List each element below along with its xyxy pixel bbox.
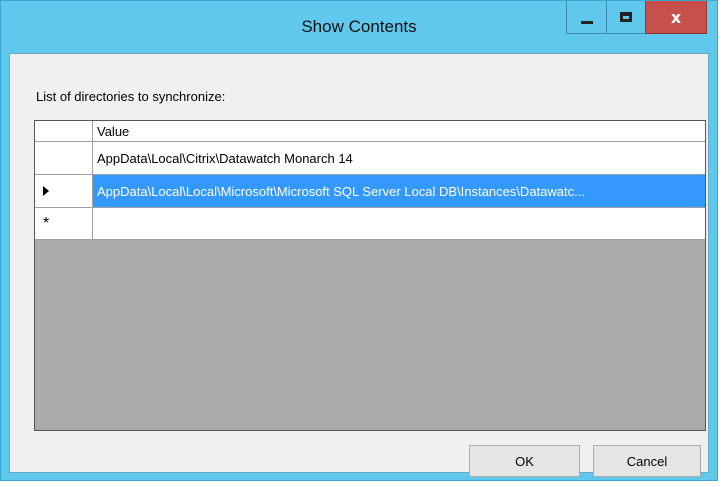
dialog-content: List of directories to synchronize: Valu… xyxy=(9,53,709,477)
new-row-star-icon: * xyxy=(43,214,50,232)
cancel-button[interactable]: Cancel xyxy=(593,445,701,477)
window-controls: x xyxy=(566,1,707,37)
close-icon: x xyxy=(670,7,682,27)
row-header[interactable]: * xyxy=(35,208,93,240)
value-column-header[interactable]: Value xyxy=(93,121,705,142)
directories-grid[interactable]: Value AppData\Local\Citrix\Datawatch Mon… xyxy=(34,120,706,431)
table-row[interactable]: AppData\Local\Citrix\Datawatch Monarch 1… xyxy=(35,142,705,175)
title-bar[interactable]: Show Contents x xyxy=(1,1,717,53)
minimize-icon xyxy=(580,20,593,24)
value-cell[interactable]: AppData\Local\Citrix\Datawatch Monarch 1… xyxy=(93,142,705,175)
row-header[interactable] xyxy=(35,142,93,175)
value-cell[interactable] xyxy=(93,208,705,240)
show-contents-window: Show Contents x List of directories to s… xyxy=(0,0,718,481)
maximize-icon xyxy=(620,12,632,22)
maximize-button[interactable] xyxy=(606,1,645,34)
row-header[interactable] xyxy=(35,175,93,208)
directories-caption: List of directories to synchronize: xyxy=(36,89,226,104)
close-button[interactable]: x xyxy=(645,1,707,34)
grid-header-row: Value xyxy=(35,121,705,142)
table-row-selected[interactable]: AppData\Local\Local\Microsoft\Microsoft … xyxy=(35,175,705,208)
grid-corner-cell[interactable] xyxy=(35,121,93,142)
ok-button[interactable]: OK xyxy=(469,445,580,477)
value-cell[interactable]: AppData\Local\Local\Microsoft\Microsoft … xyxy=(93,175,705,208)
current-row-arrow-icon xyxy=(43,186,49,196)
new-row[interactable]: * xyxy=(35,208,705,240)
minimize-button[interactable] xyxy=(566,1,606,34)
